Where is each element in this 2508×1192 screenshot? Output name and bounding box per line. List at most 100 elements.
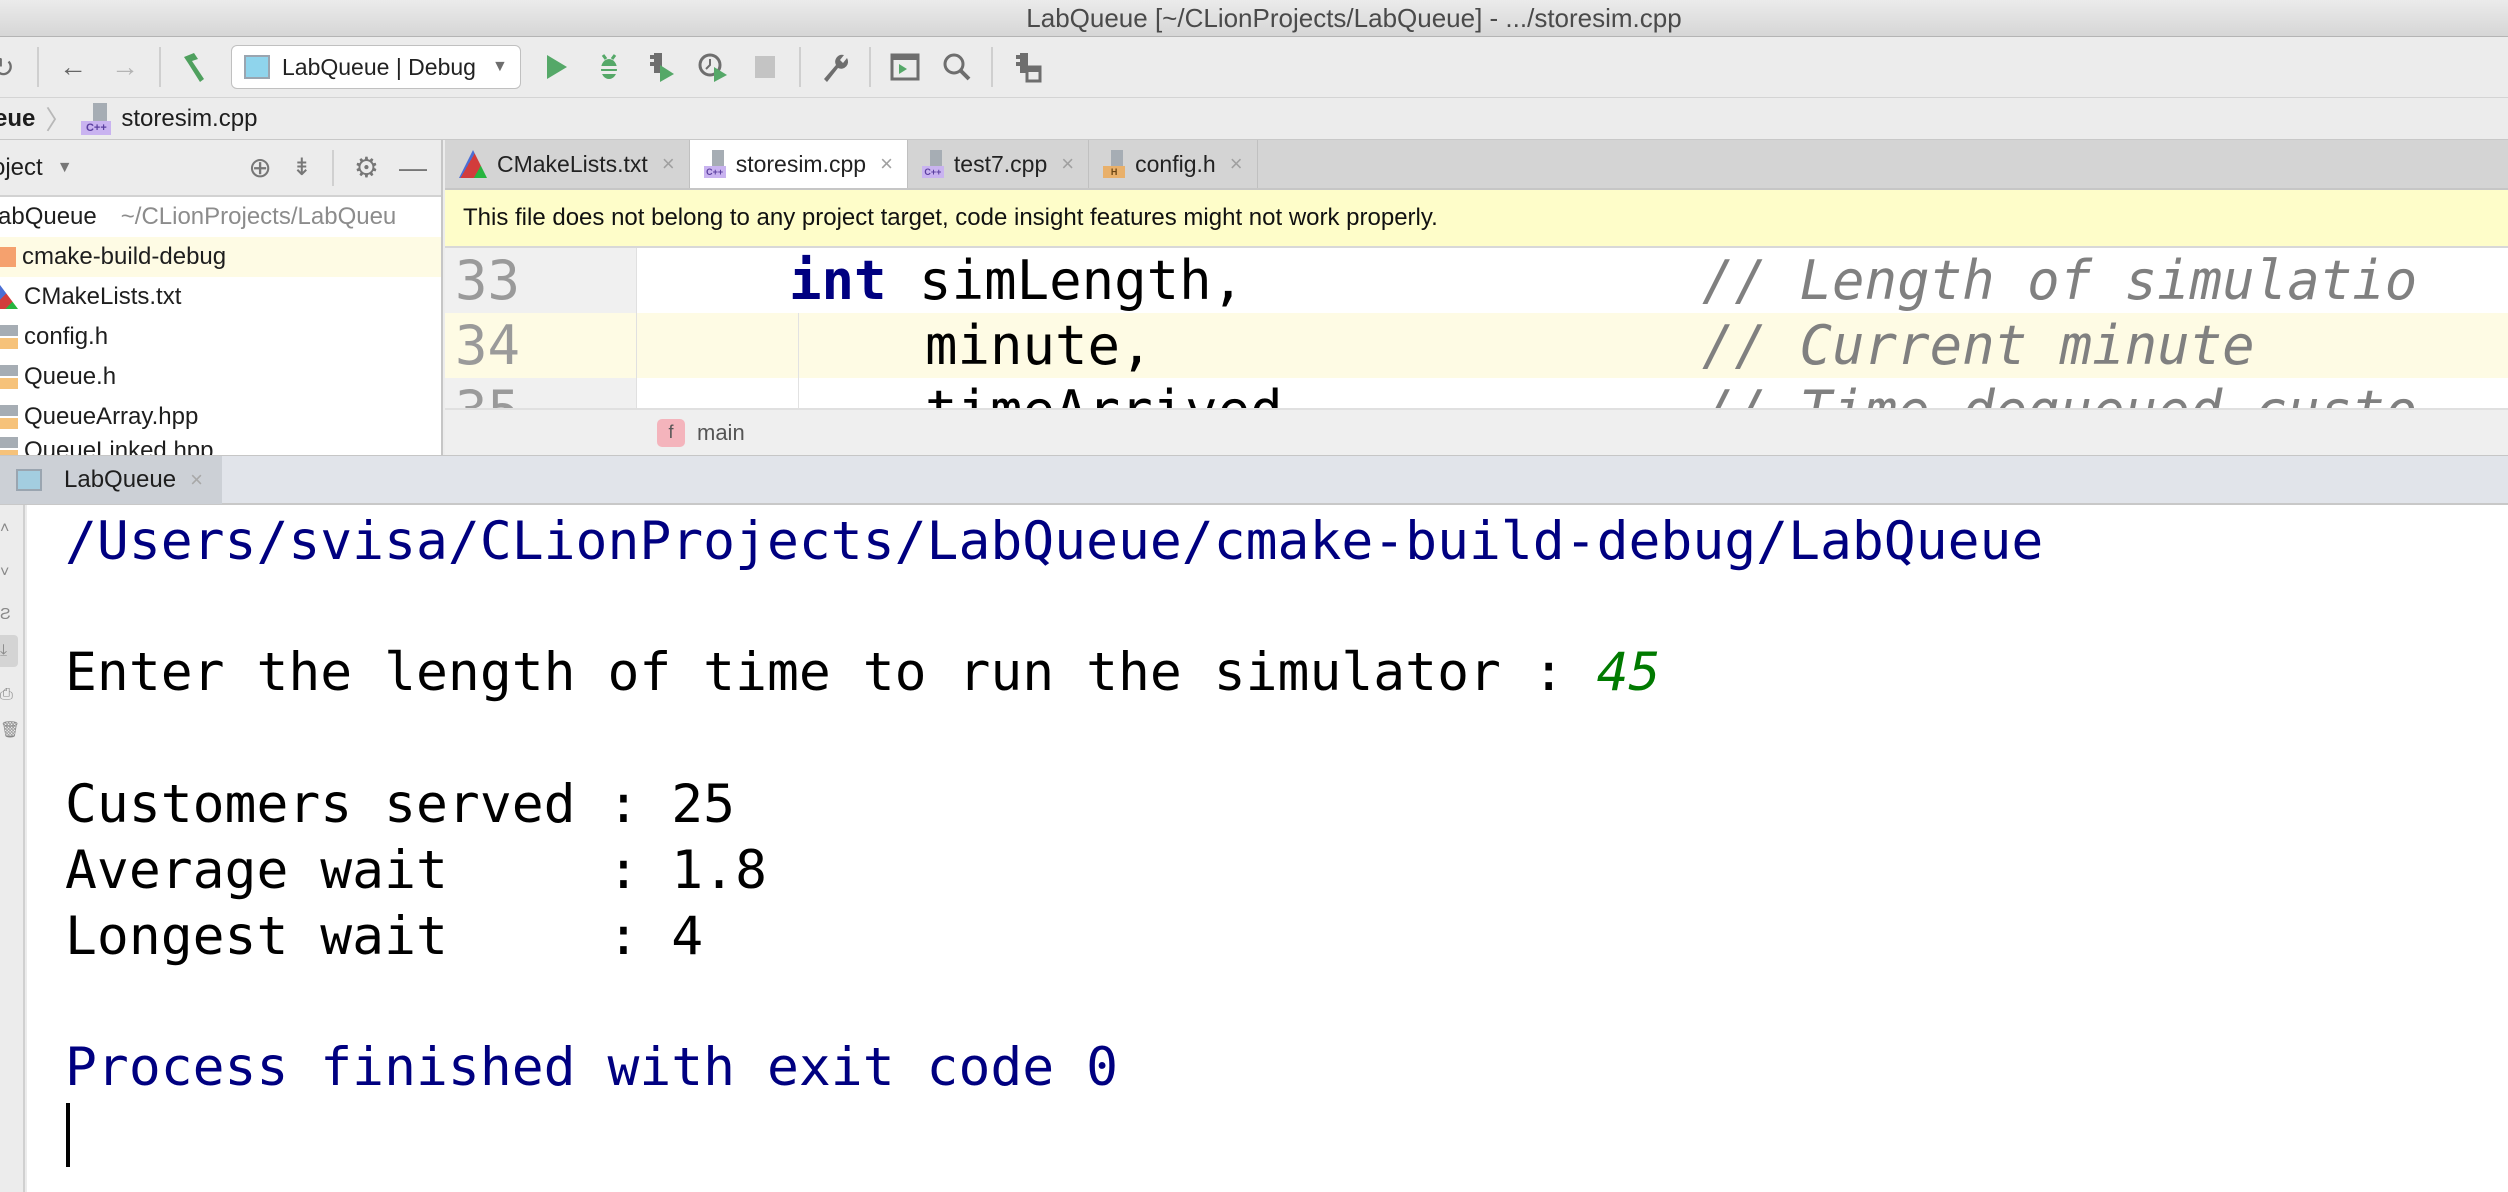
breadcrumb-file[interactable]: storesim.cpp bbox=[121, 105, 257, 133]
editor-area: CMakeLists.txt × C++ storesim.cpp × C++ … bbox=[445, 140, 2508, 455]
close-icon[interactable]: × bbox=[880, 151, 893, 177]
tree-item-label: Queue.h bbox=[24, 363, 117, 390]
project-view-selector[interactable]: oject bbox=[0, 154, 43, 182]
line-number: 35 bbox=[445, 378, 637, 408]
toolbar-divider bbox=[868, 47, 871, 87]
hide-panel-icon[interactable]: — bbox=[399, 152, 427, 184]
gear-icon[interactable]: ⚙ bbox=[354, 151, 379, 184]
profile-icon[interactable] bbox=[692, 46, 734, 88]
console-exit-message: Process finished with exit code 0 bbox=[65, 1037, 1118, 1098]
tab-cmakelists[interactable]: CMakeLists.txt × bbox=[445, 140, 690, 188]
console-result-customers: Customers served : 25 bbox=[65, 774, 736, 835]
run-tab-label: LabQueue bbox=[64, 466, 177, 493]
run-tab-labqueue[interactable]: LabQueue × bbox=[0, 456, 222, 504]
close-icon[interactable]: × bbox=[1061, 151, 1074, 177]
stop-icon[interactable] bbox=[744, 46, 786, 88]
line-number: 34 bbox=[445, 313, 637, 378]
code-text: timeArrived bbox=[925, 379, 1283, 408]
print-icon[interactable]: ⎙ bbox=[0, 685, 18, 705]
toolbar-divider bbox=[37, 47, 39, 87]
soft-wrap-icon[interactable]: Ƨ bbox=[0, 605, 18, 625]
project-panel-header: oject ▼ ⊕ ⇟ ⚙ — bbox=[0, 140, 441, 197]
tab-config-h[interactable]: H config.h × bbox=[1089, 140, 1258, 188]
collapse-all-icon[interactable]: ⇟ bbox=[292, 153, 312, 182]
tree-item-root[interactable]: abQueue ~/CLionProjects/LabQueu bbox=[0, 197, 441, 237]
forward-icon[interactable]: → bbox=[104, 46, 146, 88]
tree-item-queue-h[interactable]: Queue.h bbox=[0, 357, 441, 397]
code-comment: // Time dequeued custo bbox=[1702, 378, 2417, 408]
sync-icon[interactable]: ↻ bbox=[0, 46, 24, 88]
toolbar-divider bbox=[331, 149, 334, 186]
tree-item-queuearray-hpp[interactable]: QueueArray.hpp bbox=[0, 397, 441, 437]
cpp-file-icon: C++ bbox=[921, 150, 944, 178]
tab-label: test7.cpp bbox=[953, 150, 1048, 177]
run-config-label: LabQueue | Debug bbox=[282, 53, 476, 80]
tab-test7[interactable]: C++ test7.cpp × bbox=[907, 140, 1090, 188]
cmake-file-icon bbox=[0, 285, 18, 309]
cpp-file-icon: C++ bbox=[703, 150, 726, 178]
project-root-name: abQueue bbox=[0, 203, 97, 230]
run-tool-window-tabs: LabQueue × bbox=[0, 455, 2508, 505]
tree-item-label: CMakeLists.txt bbox=[24, 283, 182, 310]
up-icon[interactable]: ˄ bbox=[0, 519, 18, 539]
run-icon[interactable] bbox=[536, 46, 578, 88]
tree-item-queuelinked-hpp[interactable]: QueueLinked.hpp bbox=[0, 437, 441, 455]
locate-file-icon[interactable]: ⊕ bbox=[248, 151, 271, 184]
database-icon[interactable] bbox=[1006, 46, 1048, 88]
console-prompt-line: Enter the length of time to run the simu… bbox=[65, 640, 1660, 706]
debug-icon[interactable] bbox=[588, 46, 630, 88]
tab-storesim[interactable]: C++ storesim.cpp × bbox=[689, 140, 908, 188]
wrench-icon[interactable] bbox=[814, 46, 856, 88]
indent-guide bbox=[798, 313, 799, 408]
close-icon[interactable]: × bbox=[190, 467, 203, 493]
trash-icon[interactable]: 🗑 bbox=[0, 721, 20, 741]
tree-item-cmake-build-debug[interactable]: cmake-build-debug bbox=[0, 237, 441, 277]
tab-label: storesim.cpp bbox=[735, 150, 867, 177]
build-icon[interactable] bbox=[174, 46, 216, 88]
down-icon[interactable]: ˅ bbox=[0, 563, 18, 583]
run-console-output[interactable]: /Users/svisa/CLionProjects/LabQueue/cmak… bbox=[27, 505, 2508, 1192]
tree-item-cmakelists[interactable]: CMakeLists.txt bbox=[0, 277, 441, 317]
project-tree: abQueue ~/CLionProjects/LabQueu cmake-bu… bbox=[0, 197, 441, 455]
tree-item-label: cmake-build-debug bbox=[22, 243, 227, 270]
project-target-warning: This file does not belong to any project… bbox=[445, 190, 2508, 248]
chevron-right-icon: 〉 bbox=[45, 105, 72, 135]
toolbar-divider bbox=[990, 47, 993, 87]
app-window-icon bbox=[16, 469, 42, 491]
tree-item-label: QueueArray.hpp bbox=[24, 403, 199, 430]
console-prompt: Enter the length of time to run the simu… bbox=[65, 642, 1597, 703]
console-user-input: 45 bbox=[1596, 642, 1661, 703]
project-root-path: ~/CLionProjects/LabQueu bbox=[120, 203, 397, 230]
tree-item-label: QueueLinked.hpp bbox=[24, 437, 214, 455]
cpp-file-icon: C++ bbox=[81, 102, 112, 135]
function-name[interactable]: main bbox=[697, 420, 745, 446]
run-with-coverage-icon[interactable] bbox=[640, 46, 682, 88]
console-result-longest: Longest wait : 4 bbox=[65, 906, 704, 967]
console-executable-path: /Users/svisa/CLionProjects/LabQueue/cmak… bbox=[65, 511, 2044, 572]
tree-item-config-h[interactable]: config.h bbox=[0, 317, 441, 357]
text-cursor bbox=[66, 1103, 70, 1167]
scroll-to-end-icon[interactable]: ⤓ bbox=[0, 635, 18, 667]
console-result-average: Average wait : 1.8 bbox=[65, 840, 767, 901]
chevron-down-icon[interactable]: ▼ bbox=[57, 159, 73, 177]
code-line: 35 timeArrived // Time dequeued custo bbox=[445, 378, 2508, 408]
app-window-icon bbox=[244, 55, 270, 79]
header-file-icon bbox=[0, 405, 18, 429]
back-icon[interactable]: ← bbox=[52, 46, 94, 88]
navigation-breadcrumb: eue 〉 C++ storesim.cpp bbox=[0, 97, 2508, 140]
breadcrumb-project[interactable]: eue bbox=[0, 105, 35, 133]
header-file-icon bbox=[0, 325, 18, 349]
cmake-file-icon bbox=[459, 150, 487, 178]
folder-icon bbox=[0, 247, 16, 267]
code-line-current: 34 minute, // Current minute bbox=[445, 313, 2508, 378]
terminal-icon[interactable] bbox=[884, 46, 926, 88]
function-icon: f bbox=[657, 418, 685, 447]
code-comment: // Current minute bbox=[1702, 314, 2255, 377]
search-icon[interactable] bbox=[936, 46, 978, 88]
code-text: minute, bbox=[925, 314, 1153, 377]
close-icon[interactable]: × bbox=[662, 151, 675, 177]
close-icon[interactable]: × bbox=[1230, 151, 1243, 177]
header-file-icon bbox=[0, 365, 18, 389]
run-configuration-selector[interactable]: LabQueue | Debug ▼ bbox=[231, 45, 521, 89]
code-editor[interactable]: 33 int simLength,// Length of simulatio … bbox=[445, 248, 2508, 408]
